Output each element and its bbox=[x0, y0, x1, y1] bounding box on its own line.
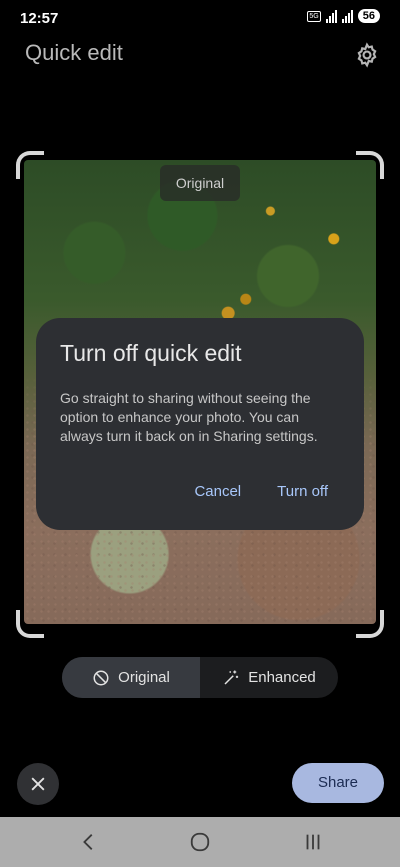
cancel-button[interactable]: Cancel bbox=[194, 483, 241, 500]
status-bar: 12:57 5G 56 bbox=[0, 0, 400, 36]
original-badge: Original bbox=[160, 165, 240, 201]
original-option-label: Original bbox=[118, 669, 170, 686]
close-button[interactable] bbox=[17, 763, 59, 805]
block-icon bbox=[93, 670, 109, 685]
original-enhanced-toggle: Original Enhanced bbox=[62, 657, 338, 698]
turn-off-dialog: Turn off quick edit Go straight to shari… bbox=[36, 318, 364, 530]
system-navigation-bar bbox=[0, 817, 400, 867]
network-type-icon: 5G bbox=[307, 10, 321, 22]
signal-icon-2 bbox=[341, 9, 353, 23]
magic-wand-icon bbox=[224, 670, 239, 685]
turn-off-button[interactable]: Turn off bbox=[277, 483, 328, 500]
status-time: 12:57 bbox=[20, 10, 59, 27]
signal-icon bbox=[325, 9, 337, 23]
battery-badge: 56 bbox=[357, 9, 380, 23]
crop-corner-top-left bbox=[16, 151, 44, 179]
enhanced-option[interactable]: Enhanced bbox=[200, 657, 338, 698]
crop-corner-bottom-left bbox=[16, 610, 44, 638]
original-option[interactable]: Original bbox=[62, 657, 200, 698]
share-button[interactable]: Share bbox=[292, 763, 384, 803]
crop-corner-top-right bbox=[356, 151, 384, 179]
crop-corner-bottom-right bbox=[356, 610, 384, 638]
gear-icon[interactable] bbox=[354, 42, 380, 68]
page-title: Quick edit bbox=[25, 40, 123, 65]
recents-icon[interactable] bbox=[302, 831, 324, 853]
dialog-actions: Cancel Turn off bbox=[194, 483, 328, 500]
dialog-title: Turn off quick edit bbox=[60, 340, 242, 366]
close-icon bbox=[31, 777, 45, 791]
back-icon[interactable] bbox=[78, 831, 100, 853]
status-icons: 5G 56 bbox=[307, 9, 380, 23]
enhanced-option-label: Enhanced bbox=[248, 669, 316, 686]
home-icon[interactable] bbox=[189, 831, 211, 853]
dialog-body: Go straight to sharing without seeing th… bbox=[60, 390, 318, 444]
